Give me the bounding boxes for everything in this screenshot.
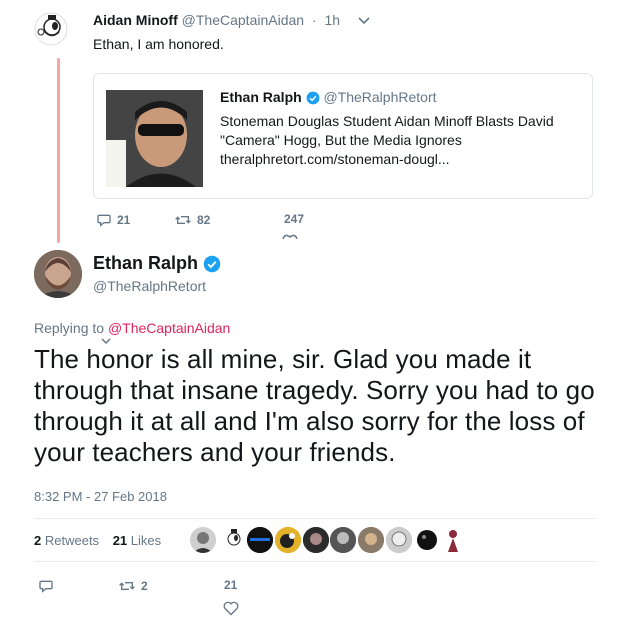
quote-headline-line-2: "Camera" Hogg, But the Media Ignores	[220, 132, 462, 148]
liker-avatar[interactable]	[275, 527, 301, 553]
retweets-label[interactable]: Retweets	[45, 533, 99, 548]
main-author-handle[interactable]: @TheRalphRetort	[93, 278, 206, 294]
quote-thumbnail	[106, 90, 203, 187]
figure-avatar-icon	[440, 527, 466, 553]
liker-avatar[interactable]	[220, 527, 246, 553]
parent-retweet-count: 82	[197, 213, 211, 227]
main-author-name[interactable]: Ethan Ralph	[93, 253, 198, 273]
liker-avatar[interactable]	[190, 527, 216, 553]
quote-author-handle: @TheRalphRetort	[323, 89, 437, 105]
stats-divider-top	[34, 518, 596, 519]
person-avatar-icon	[358, 527, 384, 553]
parent-author-handle[interactable]: @TheCaptainAidan	[182, 12, 304, 28]
replying-to-link[interactable]: @TheCaptainAidan	[108, 320, 230, 336]
parent-author-name[interactable]: Aidan Minoff	[93, 12, 178, 28]
quote-author-name: Ethan Ralph	[220, 89, 302, 105]
parent-tweet-time[interactable]: 1h	[325, 12, 341, 28]
main-retweet-count: 2	[141, 579, 148, 593]
replying-prefix: Replying to	[34, 320, 108, 336]
dark-sphere-avatar-icon	[414, 527, 440, 553]
person-avatar-icon	[190, 527, 216, 553]
heart-icon	[223, 601, 239, 616]
main-like-button[interactable]: 21	[223, 578, 239, 616]
main-retweet-button[interactable]: 2	[118, 578, 148, 594]
chevron-down-icon[interactable]	[357, 14, 371, 28]
parent-tweet-text: Ethan, I am honored.	[93, 36, 224, 52]
quote-url: theralphretort.com/stoneman-dougl...	[220, 151, 450, 167]
main-author-avatar[interactable]	[34, 250, 82, 298]
parent-retweet-button[interactable]: 82	[174, 212, 210, 228]
verified-badge-icon	[203, 256, 221, 273]
parent-avatar[interactable]	[34, 12, 68, 46]
main-tweet-text: The honor is all mine, sir. Glad you mad…	[34, 344, 595, 467]
liker-avatar[interactable]	[440, 527, 466, 553]
cartoon-avatar-icon	[275, 527, 301, 553]
retweet-icon	[175, 216, 191, 224]
retweet-icon	[119, 582, 135, 590]
parent-like-count: 247	[284, 212, 305, 226]
person-avatar-icon	[330, 527, 356, 553]
quote-headline-line-1: Stoneman Douglas Student Aidan Minoff Bl…	[220, 113, 554, 129]
quote-header: Ethan Ralph @TheRalphRetort	[220, 89, 437, 105]
tweet-stats: 2 Retweets 21 Likes	[34, 533, 171, 548]
header-separator: ·	[311, 12, 317, 28]
person-avatar-icon	[303, 527, 329, 553]
heart-icon	[282, 234, 298, 239]
thread-line	[57, 58, 60, 243]
main-tweet-timestamp[interactable]: 8:32 PM - 27 Feb 2018	[34, 489, 167, 504]
quoted-tweet-card[interactable]: Ethan Ralph @TheRalphRetort Stoneman Dou…	[93, 73, 593, 199]
flag-avatar-icon	[247, 527, 273, 553]
person-avatar-icon	[386, 527, 412, 553]
parent-like-button[interactable]: 247	[282, 212, 305, 239]
main-like-count: 21	[224, 578, 238, 592]
person-avatar-icon	[34, 250, 82, 298]
reply-icon	[39, 580, 53, 593]
quote-body: Stoneman Douglas Student Aidan Minoff Bl…	[220, 112, 580, 169]
likes-count[interactable]: 21	[113, 533, 127, 548]
parent-tweet-header: Aidan Minoff @TheCaptainAidan · 1h	[93, 12, 340, 28]
main-author-name-row: Ethan Ralph	[93, 253, 221, 274]
liker-avatar[interactable]	[303, 527, 329, 553]
main-reply-button[interactable]	[38, 578, 54, 594]
parent-reply-button[interactable]: 21	[96, 212, 130, 228]
cartoon-avatar-icon	[220, 527, 246, 553]
liker-avatar[interactable]	[247, 527, 273, 553]
liker-avatar[interactable]	[386, 527, 412, 553]
replying-to: Replying to @TheCaptainAidan	[34, 320, 230, 336]
liker-avatar[interactable]	[330, 527, 356, 553]
likes-label[interactable]: Likes	[131, 533, 161, 548]
liker-avatar[interactable]	[358, 527, 384, 553]
retweets-count[interactable]: 2	[34, 533, 41, 548]
parent-reply-count: 21	[117, 213, 131, 227]
verified-badge-icon	[306, 91, 319, 105]
person-photo-icon	[106, 90, 203, 187]
reply-icon	[97, 214, 111, 227]
cartoon-avatar-icon	[34, 12, 68, 46]
liker-avatar[interactable]	[414, 527, 440, 553]
stats-divider-bottom	[34, 561, 596, 562]
